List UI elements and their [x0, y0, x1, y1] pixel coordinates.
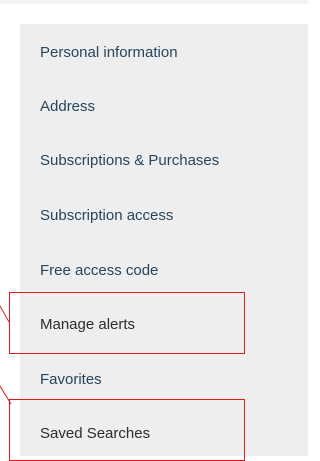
annotation-callout-lines [0, 305, 12, 405]
manage-alerts-callout-line [0, 305, 10, 323]
saved-searches-callout-line [0, 385, 12, 405]
